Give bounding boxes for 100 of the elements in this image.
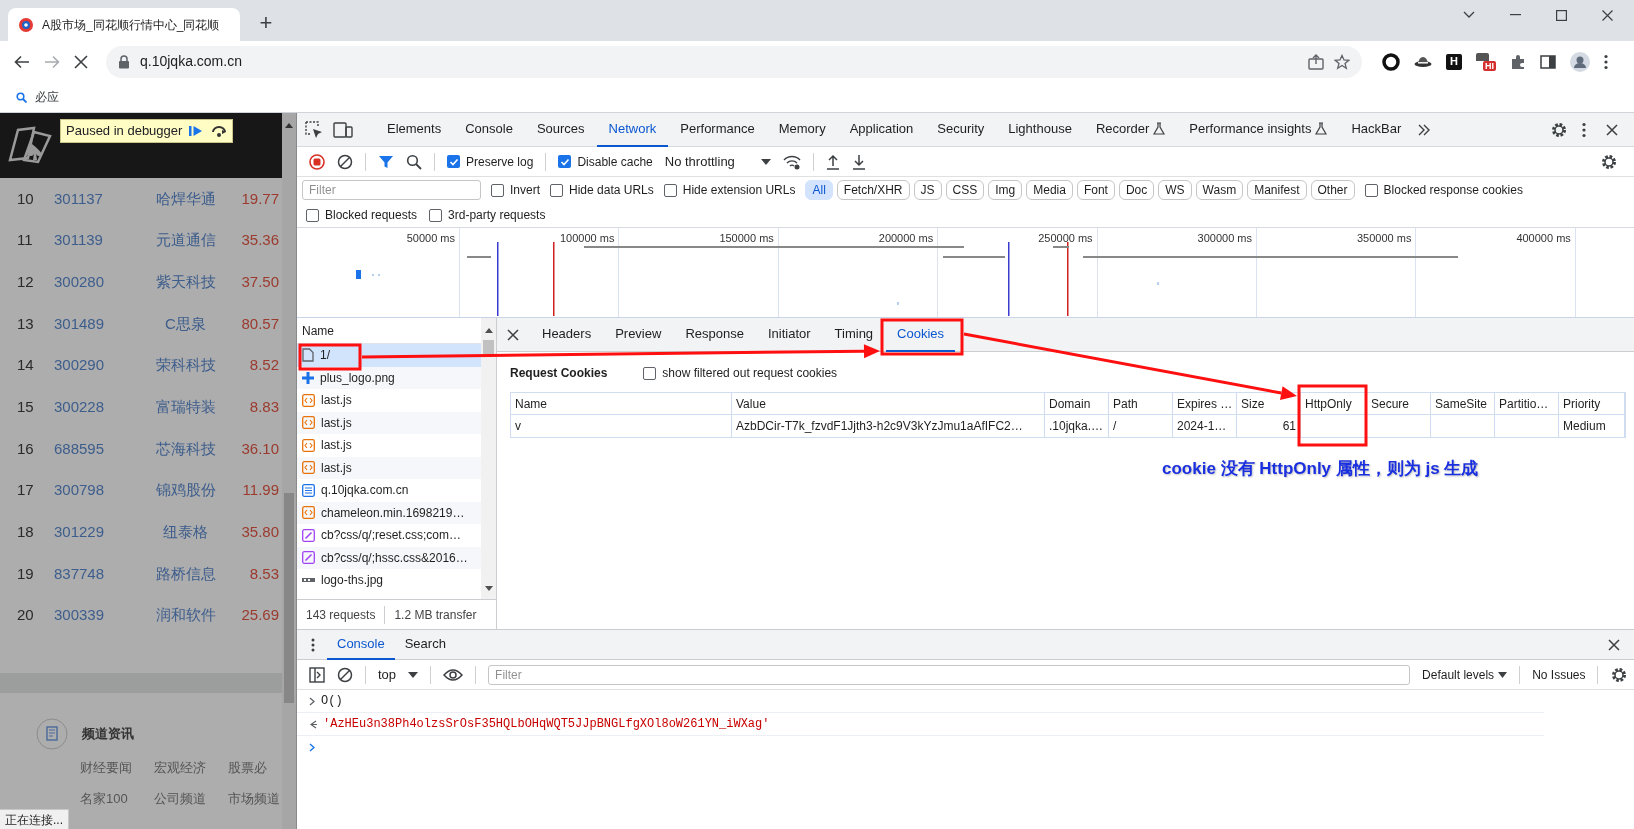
price-cell-text: 8.83 xyxy=(248,397,279,418)
detail-tab[interactable]: Headers xyxy=(531,317,603,352)
price-cell-text: 25.69 xyxy=(240,605,279,626)
price-cell-text: 35.80 xyxy=(240,522,279,543)
levels-dropdown[interactable]: Default levels xyxy=(1422,665,1508,684)
rank-cell-text: 17 xyxy=(16,480,35,501)
type-filter-button[interactable]: JS xyxy=(913,180,942,200)
bookmark[interactable]: 必应 xyxy=(16,88,59,106)
type-filter-button[interactable]: All xyxy=(805,180,833,200)
detail-tab[interactable]: Response xyxy=(674,317,755,352)
table-cell: 2024-1… xyxy=(1173,415,1237,437)
type-filter-button[interactable]: Doc xyxy=(1118,180,1155,200)
time-tick-label: 250000 ms xyxy=(1038,231,1093,246)
checkbox-label: Hide extension URLs xyxy=(682,182,796,199)
channel-link[interactable]: 公司频道 xyxy=(154,789,206,809)
request-row[interactable]: last.js xyxy=(297,411,481,434)
checkbox-label: show filtered out request cookies xyxy=(662,365,838,382)
column-header: Expires … xyxy=(1173,393,1237,414)
filter-field[interactable]: Filter xyxy=(488,664,1411,685)
table-cell: 61 xyxy=(1237,415,1301,437)
stock-name-cell-text: 润和软件 xyxy=(154,605,217,626)
section-title: Request Cookies xyxy=(510,365,608,382)
summary-text: 143 requests xyxy=(297,605,386,624)
detail-tab[interactable]: Cookies xyxy=(886,317,956,352)
browser-tab[interactable]: A股市场_同花顺行情中心_同花顺 xyxy=(8,8,240,41)
stock-name-cell-text: C思泉 xyxy=(164,313,207,334)
stock-name-cell-text: 芯海科技 xyxy=(154,438,217,459)
address-bar[interactable]: q.10jqka.com.cn xyxy=(106,45,1362,78)
drawer-tab[interactable]: Console xyxy=(327,629,395,660)
table-cell: / xyxy=(1109,415,1173,437)
type-filter-button[interactable]: Wasm xyxy=(1195,180,1244,200)
filter-field[interactable]: Filter xyxy=(302,180,481,200)
devtools-tab[interactable]: Performance insights xyxy=(1177,112,1340,147)
throttling-dropdown[interactable]: No throttling xyxy=(664,151,771,172)
rank-cell-text: 16 xyxy=(16,438,35,459)
price-cell-text: 80.57 xyxy=(240,313,279,334)
request-row[interactable]: last.js xyxy=(297,456,481,479)
table-cell: AzbDCir-T7k_fzvdF1Jjth3-h2c9V3kYzJmu1aAfIFC2… xyxy=(732,415,1045,437)
stock-code-cell-text: 301139 xyxy=(54,230,104,251)
time-tick-label: 200000 ms xyxy=(878,231,934,246)
detail-tab[interactable]: Timing xyxy=(823,317,885,352)
request-row[interactable]: chameleon.min.1698219… xyxy=(297,501,481,524)
request-row[interactable]: cb?css/q/;hssc.css&2016… xyxy=(297,546,481,569)
stock-code-cell-text: 300280 xyxy=(54,271,106,292)
devtools-tab[interactable]: HackBar xyxy=(1339,112,1414,147)
issues-button[interactable]: No Issues xyxy=(1532,665,1586,684)
rank-cell-text: 18 xyxy=(16,522,35,543)
stock-code-cell-text: 688595 xyxy=(54,438,106,459)
type-filter-button[interactable]: WS xyxy=(1158,180,1192,200)
stock-code-cell-text: 301489 xyxy=(54,313,106,334)
devtools-tab[interactable]: Network xyxy=(596,112,669,147)
extension-button[interactable]: H xyxy=(1446,53,1462,70)
devtools-tab[interactable]: Memory xyxy=(766,112,838,147)
extension-badge[interactable]: HI xyxy=(1483,60,1496,71)
new-tab-button[interactable]: + xyxy=(252,9,280,37)
type-filter-button[interactable]: Other xyxy=(1310,180,1355,200)
console-result-text: 'AzHEu3n38Ph4olzsSrOsF35HQLbOHqWQT5JJpBNGLfgXOl8oW261YN_iWXag' xyxy=(323,716,770,733)
stock-code-cell-text: 837748 xyxy=(54,563,106,584)
rank-cell-text: 20 xyxy=(16,605,35,626)
checkbox-label: Blocked response cookies xyxy=(1383,182,1523,199)
checkbox-label: Hide data URLs xyxy=(569,182,654,199)
devtools-tab[interactable]: Lighthouse xyxy=(996,112,1084,147)
price-cell-text: 8.53 xyxy=(248,563,279,584)
stock-name-cell-text: 荣科科技 xyxy=(154,355,217,376)
devtools-tab[interactable]: Console xyxy=(453,112,525,147)
type-filter-button[interactable]: Img xyxy=(988,180,1023,200)
type-filter-button[interactable]: Fetch/XHR xyxy=(836,180,910,200)
devtools-tab[interactable]: Sources xyxy=(524,112,597,147)
type-filter-button[interactable]: Media xyxy=(1026,180,1073,200)
annotation-text: cookie 没有 HttpOnly 属性，则为 js 生成 xyxy=(1162,458,1480,480)
checkbox-label: Invert xyxy=(510,182,540,199)
devtools-tab[interactable]: Security xyxy=(925,112,997,147)
devtools-tab[interactable]: Recorder xyxy=(1083,112,1178,147)
checkbox-label: Blocked requests xyxy=(325,207,418,224)
channel-link[interactable]: 市场频道 xyxy=(228,789,280,809)
time-tick-label: 400000 ms xyxy=(1516,231,1571,246)
type-filter-button[interactable]: Font xyxy=(1076,180,1115,200)
time-tick-label: 350000 ms xyxy=(1356,231,1412,246)
stock-name-cell-text: 元道通信 xyxy=(154,230,217,251)
column-header: Name xyxy=(511,393,732,414)
price-cell-text: 8.52 xyxy=(248,355,279,376)
devtools-tab[interactable]: Application xyxy=(837,112,926,147)
rank-cell-text: 11 xyxy=(16,230,34,251)
checkbox-label: Preserve log xyxy=(466,153,534,171)
checkbox-label: 3rd-party requests xyxy=(448,207,546,224)
stock-code-cell-text: 301137 xyxy=(54,188,104,209)
stock-name-cell-text: 纽泰格 xyxy=(162,522,209,543)
rank-cell-text: 19 xyxy=(16,563,35,584)
type-filter-button[interactable]: CSS xyxy=(945,180,985,200)
console-command-text: O() xyxy=(321,693,343,710)
detail-tab[interactable]: Preview xyxy=(604,317,673,352)
devtools-tab[interactable]: Elements xyxy=(375,112,454,147)
price-cell-text: 37.50 xyxy=(240,271,279,292)
context-dropdown[interactable]: top xyxy=(378,664,419,685)
status-bar: 正在连接... xyxy=(0,809,69,829)
devtools-tab[interactable]: Performance xyxy=(668,112,767,147)
drawer-tab[interactable]: Search xyxy=(394,629,456,660)
type-filter-button[interactable]: Manifest xyxy=(1247,180,1307,200)
channel-link[interactable]: 股票必 xyxy=(228,757,280,778)
detail-tab[interactable]: Initiator xyxy=(756,317,822,352)
